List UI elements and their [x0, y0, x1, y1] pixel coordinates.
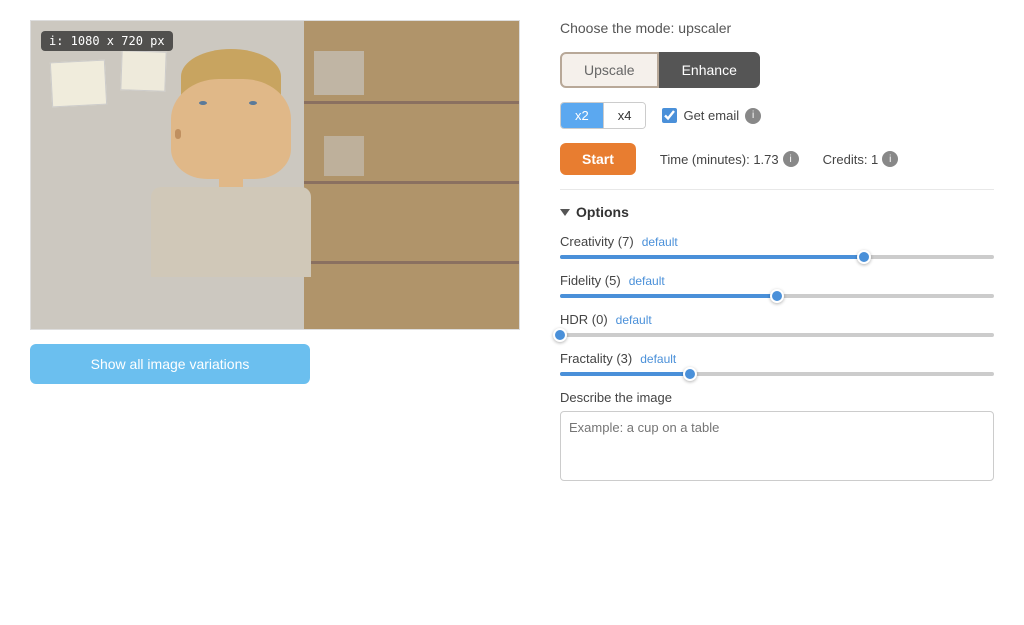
right-panel: Choose the mode: upscaler Upscale Enhanc…	[560, 20, 994, 605]
describe-textarea[interactable]	[560, 411, 994, 481]
time-info: Time (minutes): 1.73 i	[660, 151, 799, 167]
fidelity-slider-row: Fidelity (5) default	[560, 273, 994, 298]
divider	[560, 189, 994, 190]
paper-note-2	[120, 50, 166, 92]
hdr-slider-row: HDR (0) default	[560, 312, 994, 337]
fractality-slider-row: Fractality (3) default	[560, 351, 994, 376]
person-photo	[31, 21, 519, 329]
eye-left	[199, 101, 207, 105]
creativity-default-link[interactable]: default	[642, 235, 678, 249]
hdr-label-row: HDR (0) default	[560, 312, 994, 327]
fidelity-label: Fidelity (5)	[560, 273, 621, 288]
credits-info-icon[interactable]: i	[882, 151, 898, 167]
creativity-slider-row: Creativity (7) default	[560, 234, 994, 259]
person-silhouette	[171, 49, 291, 249]
enhance-mode-button[interactable]: Enhance	[659, 52, 760, 88]
creativity-label: Creativity (7)	[560, 234, 634, 249]
fractality-label: Fractality (3)	[560, 351, 632, 366]
eye-right	[249, 101, 257, 105]
fidelity-default-link[interactable]: default	[629, 274, 665, 288]
start-button[interactable]: Start	[560, 143, 636, 175]
credits-label: Credits: 1	[823, 152, 879, 167]
options-label: Options	[576, 204, 629, 220]
shelf-1	[304, 101, 519, 104]
image-preview: i: 1080 x 720 px	[30, 20, 520, 330]
left-panel: i: 1080 x 720 px Show all image variatio…	[30, 20, 520, 605]
options-header[interactable]: Options	[560, 204, 994, 220]
fractality-label-row: Fractality (3) default	[560, 351, 994, 366]
hdr-slider-container	[560, 333, 994, 337]
hdr-default-link[interactable]: default	[616, 313, 652, 327]
hdr-label: HDR (0)	[560, 312, 608, 327]
mode-label: Choose the mode: upscaler	[560, 20, 994, 36]
scale-x2-button[interactable]: x2	[561, 103, 603, 128]
fractality-slider-container	[560, 372, 994, 376]
describe-section: Describe the image	[560, 390, 994, 481]
action-row: Start Time (minutes): 1.73 i Credits: 1 …	[560, 143, 994, 175]
options-chevron-icon	[560, 209, 570, 216]
describe-label: Describe the image	[560, 390, 994, 405]
main-layout: i: 1080 x 720 px Show all image variatio…	[0, 0, 1024, 625]
upscale-mode-button[interactable]: Upscale	[560, 52, 659, 88]
scale-row: x2 x4 Get email i	[560, 102, 994, 129]
fidelity-label-row: Fidelity (5) default	[560, 273, 994, 288]
email-row: Get email i	[662, 108, 761, 124]
email-label: Get email	[683, 108, 739, 123]
earring	[175, 129, 181, 139]
shelf-2	[304, 181, 519, 184]
shelf-3	[304, 261, 519, 264]
shelf-bg	[304, 21, 519, 329]
shelf-box-1	[314, 51, 364, 95]
show-variations-button[interactable]: Show all image variations	[30, 344, 310, 384]
creativity-slider-container	[560, 255, 994, 259]
scale-x4-button[interactable]: x4	[603, 103, 646, 128]
shelf-box-2	[324, 136, 364, 176]
fidelity-slider-container	[560, 294, 994, 298]
email-checkbox[interactable]	[662, 108, 677, 123]
fractality-default-link[interactable]: default	[640, 352, 676, 366]
mode-button-group: Upscale Enhance	[560, 52, 994, 88]
paper-note-1	[50, 60, 107, 108]
scale-button-group: x2 x4	[560, 102, 646, 129]
face	[171, 79, 291, 179]
image-badge: i: 1080 x 720 px	[41, 31, 173, 51]
shirt	[151, 187, 311, 277]
time-info-icon[interactable]: i	[783, 151, 799, 167]
time-label: Time (minutes): 1.73	[660, 152, 779, 167]
creativity-label-row: Creativity (7) default	[560, 234, 994, 249]
email-info-icon[interactable]: i	[745, 108, 761, 124]
credits-info: Credits: 1 i	[823, 151, 899, 167]
